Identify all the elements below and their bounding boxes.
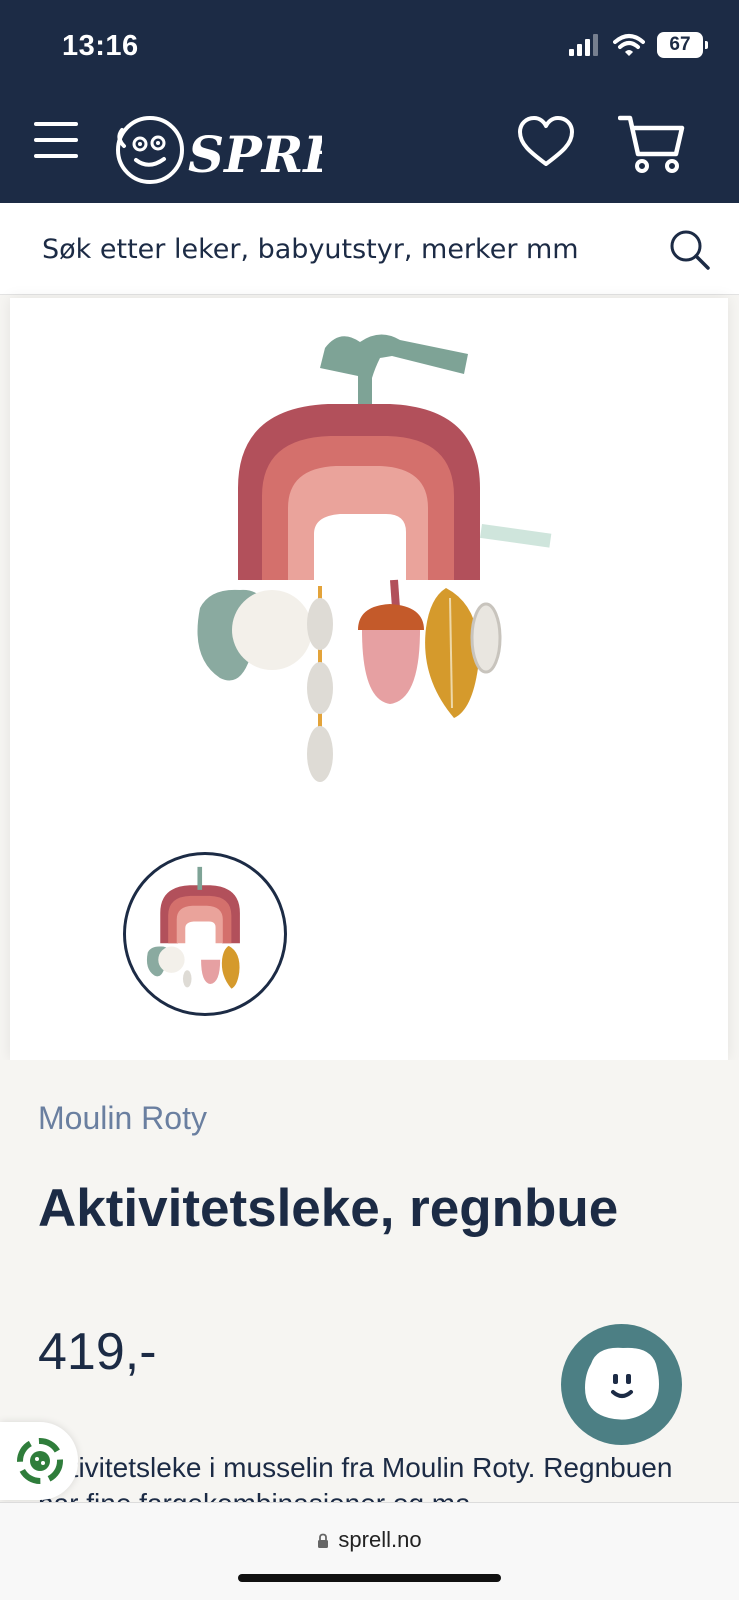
browser-url-bar[interactable]: sprell.no	[0, 1502, 739, 1600]
lock-icon	[318, 1533, 329, 1548]
status-icons: 67	[569, 32, 708, 58]
logo-text: SPRELL	[188, 125, 322, 184]
product-gallery	[10, 298, 728, 1060]
status-bar: 13:16 67	[0, 0, 739, 96]
url-display: sprell.no	[0, 1527, 739, 1553]
chat-button[interactable]	[561, 1324, 682, 1445]
wishlist-heart-icon[interactable]	[516, 114, 576, 170]
cellular-signal-icon	[569, 34, 598, 56]
menu-icon-line	[34, 122, 78, 126]
sprell-logo[interactable]: SPRELL	[112, 110, 322, 186]
thumbnail-image	[146, 866, 240, 989]
menu-button[interactable]	[34, 122, 80, 162]
status-time: 13:16	[62, 30, 139, 62]
product-thumbnail[interactable]	[123, 852, 287, 1016]
search-bar	[0, 203, 739, 295]
wifi-icon	[613, 34, 645, 56]
product-main-image[interactable]	[180, 318, 580, 798]
chat-face-icon	[585, 1347, 659, 1420]
menu-icon-line	[34, 138, 78, 142]
search-input[interactable]	[42, 227, 642, 271]
home-indicator	[238, 1574, 501, 1582]
search-icon[interactable]	[668, 228, 712, 272]
menu-icon-line	[34, 154, 78, 158]
product-page: 13:16 67 SPR Søk etter leker, babyutstyr…	[0, 0, 739, 1600]
battery-level: 67	[669, 34, 691, 55]
product-title: Aktivitetsleke, regnbue	[38, 1179, 619, 1238]
battery-icon: 67	[657, 32, 708, 58]
url-text: sprell.no	[338, 1527, 422, 1552]
eco-badge[interactable]	[0, 1422, 78, 1500]
product-brand-link[interactable]: Moulin Roty	[38, 1100, 207, 1137]
shopping-cart-icon[interactable]	[618, 112, 686, 176]
recycle-icon	[17, 1438, 63, 1484]
site-header: SPRELL	[0, 96, 739, 203]
product-price: 419,-	[38, 1323, 157, 1381]
